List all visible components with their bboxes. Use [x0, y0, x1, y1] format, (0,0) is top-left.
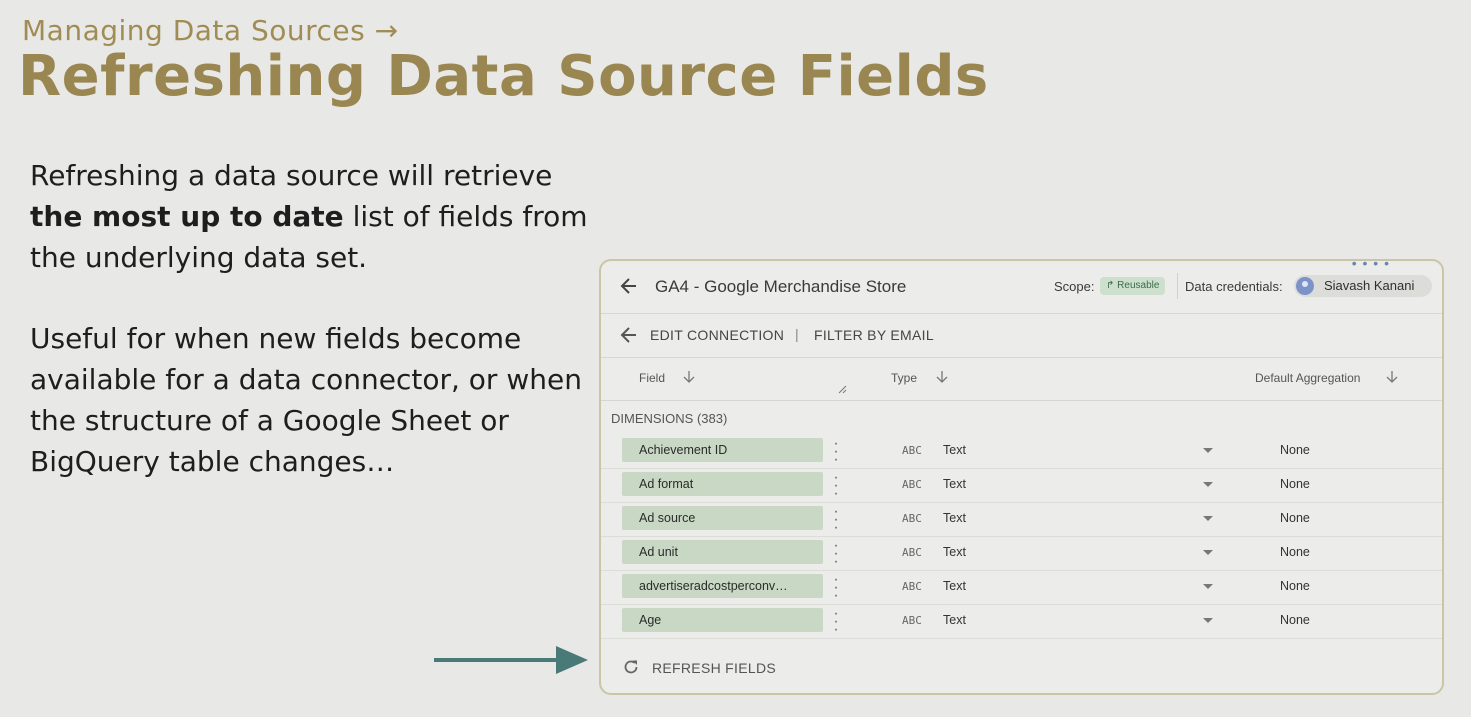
sort-arrow-down-icon[interactable]	[683, 370, 695, 384]
intro-paragraph: Refreshing a data source will retrieve t…	[30, 155, 590, 278]
table-row: advertiseradcostperconv… · · · ABC Text No…	[601, 570, 1442, 605]
more-vert-icon[interactable]: · · ·	[833, 606, 839, 638]
field-type-select[interactable]: Text	[943, 545, 966, 559]
panel-header: GA4 - Google Merchandise Store Scope: ↱ …	[601, 261, 1442, 314]
text-type-icon: ABC	[902, 512, 922, 525]
sort-arrow-down-icon[interactable]	[936, 370, 948, 384]
field-type-select[interactable]: Text	[943, 477, 966, 491]
field-chip[interactable]: Ad source	[622, 506, 823, 530]
connection-toolbar: EDIT CONNECTION | FILTER BY EMAIL	[601, 313, 1442, 358]
table-row: Ad source · · · ABC Text None	[601, 502, 1442, 537]
aggregation-value[interactable]: None	[1280, 613, 1310, 627]
data-source-panel: • • • • GA4 - Google Merchandise Store S…	[599, 259, 1444, 695]
filter-by-email-button[interactable]: FILTER BY EMAIL	[814, 327, 934, 343]
refresh-fields-button[interactable]: REFRESH FIELDS	[601, 646, 1442, 692]
intro-text-start: Refreshing a data source will retrieve	[30, 159, 553, 192]
field-chip[interactable]: Ad unit	[622, 540, 823, 564]
credentials-user: Siavash Kanani	[1324, 278, 1415, 293]
chevron-down-icon[interactable]	[1203, 482, 1213, 487]
field-name: Ad source	[639, 511, 696, 525]
pointer-arrow-icon	[434, 646, 588, 674]
field-name: advertiseradcostperconv…	[639, 579, 788, 593]
text-type-icon: ABC	[902, 444, 922, 457]
type-column-header[interactable]: Type	[891, 371, 917, 385]
chevron-down-icon[interactable]	[1203, 448, 1213, 453]
field-type-select[interactable]: Text	[943, 613, 966, 627]
section-kicker: Managing Data Sources →	[22, 14, 399, 47]
table-row: Ad format · · · ABC Text None	[601, 468, 1442, 503]
sort-arrow-down-icon[interactable]	[1386, 370, 1398, 384]
use-case-paragraph: Useful for when new fields become availa…	[30, 322, 582, 478]
aggregation-value[interactable]: None	[1280, 477, 1310, 491]
chevron-down-icon[interactable]	[1203, 550, 1213, 555]
more-vert-icon[interactable]: · · ·	[833, 436, 839, 468]
field-chip[interactable]: Ad format	[622, 472, 823, 496]
field-chip[interactable]: Age	[622, 608, 823, 632]
aggregation-value[interactable]: None	[1280, 545, 1310, 559]
column-header-row: Field Type Default Aggregation	[601, 358, 1442, 401]
column-resize-icon[interactable]	[837, 384, 847, 394]
back-arrow-icon[interactable]	[619, 276, 639, 296]
field-chip[interactable]: advertiseradcostperconv…	[622, 574, 823, 598]
text-type-icon: ABC	[902, 580, 922, 593]
field-name: Achievement ID	[639, 443, 728, 457]
more-vert-icon[interactable]: · · ·	[833, 470, 839, 502]
dimensions-count-label: DIMENSIONS (383)	[611, 411, 728, 426]
field-type-select[interactable]: Text	[943, 511, 966, 525]
more-vert-icon[interactable]: · · ·	[833, 504, 839, 536]
field-name: Ad unit	[639, 545, 678, 559]
header-divider	[1177, 273, 1178, 299]
field-type-select[interactable]: Text	[943, 579, 966, 593]
credentials-chip[interactable]: Siavash Kanani	[1294, 275, 1432, 297]
text-type-icon: ABC	[902, 614, 922, 627]
text-type-icon: ABC	[902, 478, 922, 491]
scope-value: Reusable	[1117, 280, 1160, 291]
chevron-down-icon[interactable]	[1203, 584, 1213, 589]
field-column-header[interactable]: Field	[639, 371, 665, 385]
chevron-down-icon[interactable]	[1203, 618, 1213, 623]
more-vert-icon[interactable]: · · ·	[833, 538, 839, 570]
refresh-fields-label: REFRESH FIELDS	[652, 660, 776, 676]
scope-label: Scope:	[1054, 279, 1095, 294]
table-row: Achievement ID · · · ABC Text None	[601, 434, 1442, 469]
aggregation-value[interactable]: None	[1280, 511, 1310, 525]
user-avatar-icon	[1296, 277, 1314, 295]
slide-title: Refreshing Data Source Fields	[18, 44, 989, 109]
toolbar-separator: |	[795, 326, 799, 342]
refresh-icon	[624, 660, 638, 674]
intro-text-bold: the most up to date	[30, 200, 344, 233]
field-chip[interactable]: Achievement ID	[622, 438, 823, 462]
text-type-icon: ABC	[902, 546, 922, 559]
back-arrow-icon[interactable]	[619, 325, 639, 345]
field-name: Ad format	[639, 477, 694, 491]
aggregation-value[interactable]: None	[1280, 443, 1310, 457]
aggregation-value[interactable]: None	[1280, 579, 1310, 593]
table-row: Ad unit · · · ABC Text None	[601, 536, 1442, 571]
aggregation-column-header[interactable]: Default Aggregation	[1255, 371, 1360, 385]
data-source-title: GA4 - Google Merchandise Store	[655, 277, 907, 296]
edit-connection-button[interactable]: EDIT CONNECTION	[650, 327, 784, 343]
field-type-select[interactable]: Text	[943, 443, 966, 457]
more-vert-icon[interactable]: · · ·	[833, 572, 839, 604]
share-arrow-icon: ↱	[1106, 280, 1118, 291]
credentials-label: Data credentials:	[1185, 279, 1283, 294]
field-name: Age	[639, 613, 662, 627]
chevron-down-icon[interactable]	[1203, 516, 1213, 521]
table-row: Age · · · ABC Text None	[601, 604, 1442, 639]
scope-badge[interactable]: ↱ Reusable	[1100, 277, 1166, 295]
